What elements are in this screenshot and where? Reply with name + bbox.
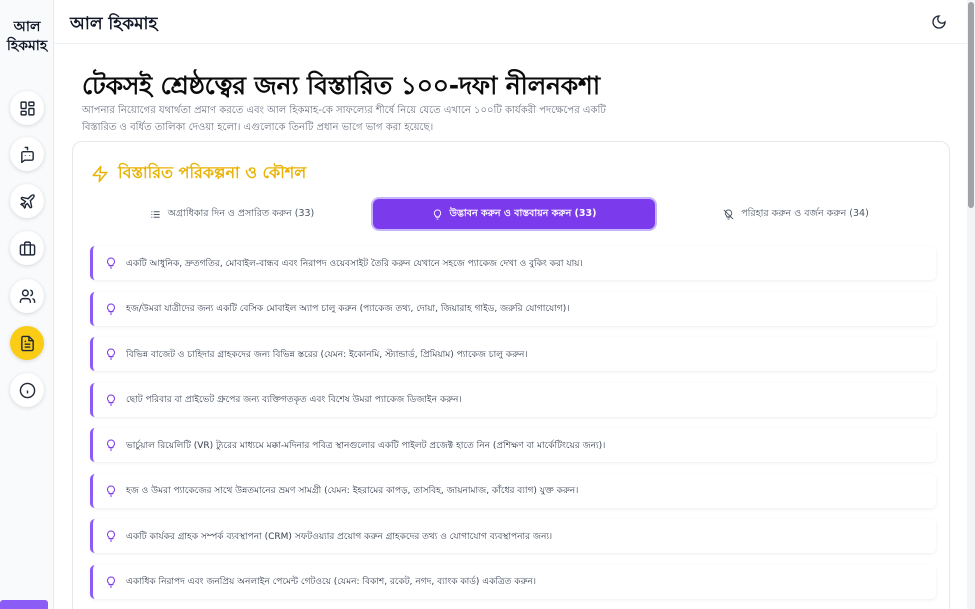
lightbulb-icon <box>107 530 115 542</box>
list-item[interactable]: একাধিক নিরাপদ এবং জনপ্রিয় অনলাইন পেমেন্… <box>90 564 936 599</box>
card-header: বিস্তারিত পরিকল্পনা ও কৌশল <box>91 160 306 187</box>
list-item-text: একাধিক নিরাপদ এবং জনপ্রিয় অনলাইন পেমেন্… <box>126 577 537 587</box>
moon-icon[interactable] <box>931 14 947 30</box>
top-header: আল হিকমাহ <box>54 0 967 44</box>
lightbulb-icon <box>107 393 115 405</box>
lightbulb-icon <box>107 575 115 587</box>
sidebar-item-dashboard[interactable] <box>10 91 44 125</box>
scrollbar-thumb[interactable] <box>968 2 974 208</box>
list-item[interactable]: হজ/উমরা যাত্রীদের জন্য একটি বেসিক মোবাইল… <box>90 291 936 326</box>
list-item-text: একটি আধুনিক, দ্রুতগতির, মোবাইল-বান্ধব এব… <box>126 258 583 269</box>
list-item[interactable]: একটি আধুনিক, দ্রুতগতির, মোবাইল-বান্ধব এব… <box>90 246 936 280</box>
tab-avoid[interactable]: পরিহার করুন ও বর্জন করুন (34) <box>655 199 937 229</box>
list-item[interactable]: ছোট পরিবার বা প্রাইভেট গ্রুপের জন্য ব্যক… <box>90 382 936 417</box>
list-item-text: ছোট পরিবার বা প্রাইভেট গ্রুপের জন্য ব্যক… <box>126 395 462 405</box>
list-item[interactable]: একটি কার্যকর গ্রাহক সম্পর্ক ব্যবস্থাপনা … <box>90 519 936 553</box>
sidebar-item-business[interactable] <box>10 231 44 265</box>
page-scrollbar[interactable] <box>967 0 975 609</box>
tab-label: অগ্রাধিকার দিন ও প্রসারিত করুন (33) <box>167 207 315 219</box>
lightbulb-icon <box>433 208 441 220</box>
sidebar-item-documents[interactable] <box>10 326 44 360</box>
list-item-text: বিভিন্ন বাজেট ও চাহিদার গ্রাহকদের জন্য ব… <box>126 349 528 360</box>
strategy-card: বিস্তারিত পরিকল্পনা ও কৌশল অগ্রাধিকার দি… <box>72 141 950 609</box>
list-icon <box>151 210 160 218</box>
sidebar-item-travel[interactable] <box>10 184 44 218</box>
tab-label: পরিহার করুন ও বর্জন করুন (34) <box>741 207 869 219</box>
users-icon <box>19 288 35 303</box>
header-title: আল হিকমাহ <box>70 14 158 34</box>
page-description: আপনার নিয়োগের যথার্থতা প্রমাণ করতে এবং … <box>82 105 606 133</box>
sidebar-footer-bar <box>0 600 48 609</box>
document-icon <box>20 335 34 351</box>
list-item-text: হজ ও উমরা প্যাকেজের সাথে উন্নতমানের ভ্রম… <box>126 486 579 496</box>
list-item-text: একটি কার্যকর গ্রাহক সম্পর্ক ব্যবস্থাপনা … <box>126 531 553 542</box>
list-item-text: হজ/উমরা যাত্রীদের জন্য একটি বেসিক মোবাইল… <box>126 304 570 314</box>
lightbulb-icon <box>107 439 115 451</box>
tab-label: উদ্ভাবন করুন ও বাস্তবায়ন করুন (33) <box>449 207 597 219</box>
card-title: বিস্তারিত পরিকল্পনা ও কৌশল <box>118 163 307 182</box>
lightbulb-icon <box>107 302 115 314</box>
chatbot-icon <box>20 146 34 163</box>
tab-innovate[interactable]: উদ্ভাবন করুন ও বাস্তবায়ন করুন (33) <box>373 199 655 229</box>
briefcase-icon <box>19 240 35 256</box>
info-icon <box>19 382 35 398</box>
sidebar-item-users[interactable] <box>10 279 44 313</box>
sidebar-item-chatbot[interactable] <box>10 137 44 171</box>
lightbulb-icon <box>107 257 115 269</box>
lightning-icon <box>92 165 108 182</box>
lightbulb-icon <box>107 348 115 360</box>
tab-bar: অগ্রাধিকার দিন ও প্রসারিত করুন (33) উদ্ভ… <box>91 197 937 231</box>
plane-icon <box>19 193 35 209</box>
tab-prioritize[interactable]: অগ্রাধিকার দিন ও প্রসারিত করুন (33) <box>91 199 373 229</box>
sidebar: আল হিকমাহ <box>0 0 54 609</box>
lightbulb-icon <box>107 484 115 496</box>
app-logo[interactable]: আল হিকমাহ <box>0 18 54 56</box>
strategy-list: একটি আধুনিক, দ্রুতগতির, মোবাইল-বান্ধব এব… <box>90 246 936 609</box>
list-item[interactable]: বিভিন্ন বাজেট ও চাহিদার গ্রাহকদের জন্য ব… <box>90 337 936 371</box>
list-item[interactable]: হজ ও উমরা প্যাকেজের সাথে উন্নতমানের ভ্রম… <box>90 473 936 508</box>
list-item[interactable]: ভার্চুয়াল রিয়েলিটি (VR) ট্যুরের মাধ্যম… <box>90 428 936 462</box>
dashboard-icon <box>19 100 35 116</box>
list-item-text: ভার্চুয়াল রিয়েলিটি (VR) ট্যুরের মাধ্যম… <box>126 440 606 451</box>
lightbulb-off-icon <box>723 208 734 220</box>
sidebar-item-info[interactable] <box>10 373 44 407</box>
